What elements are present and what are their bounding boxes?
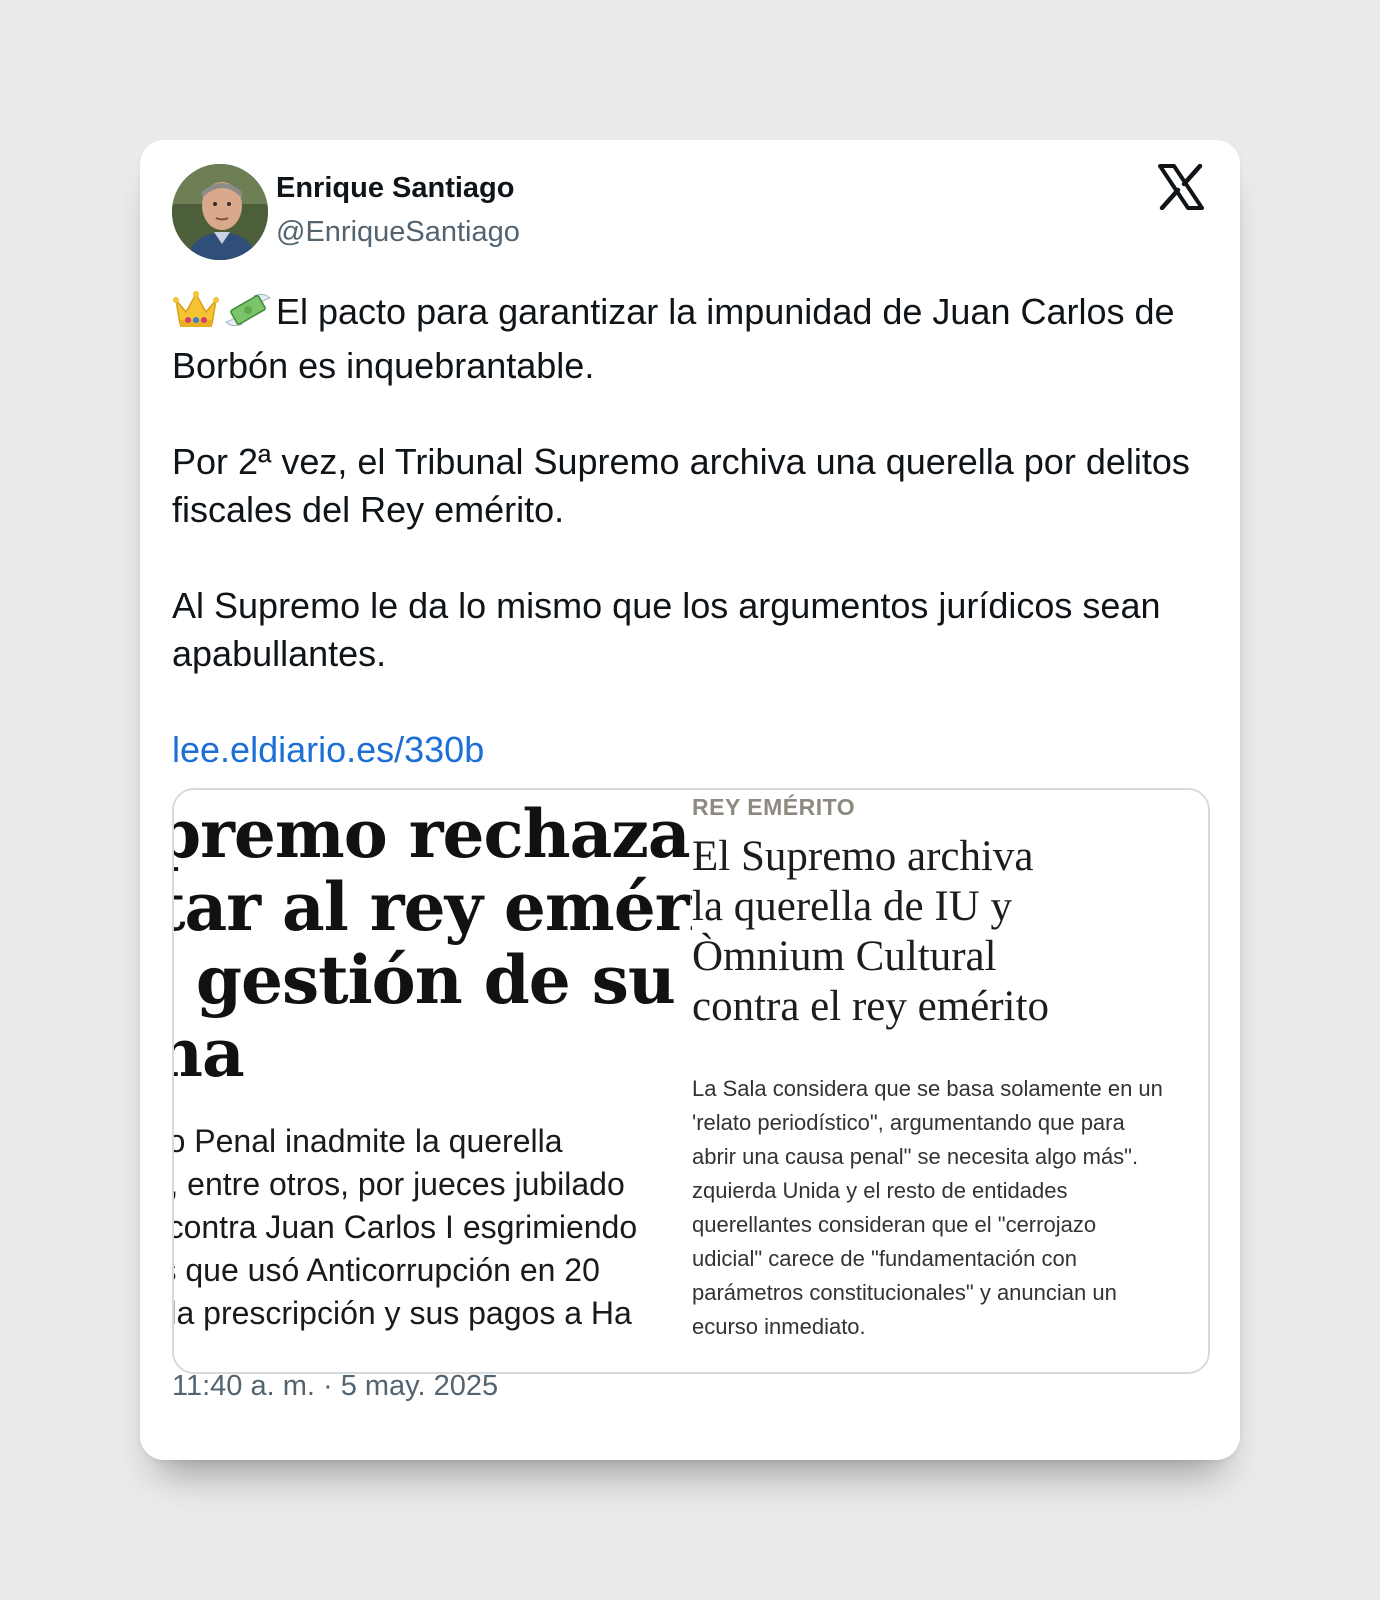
avatar[interactable] bbox=[172, 164, 268, 260]
right-body: La Sala considera que se basa solamente … bbox=[692, 1072, 1163, 1344]
timestamp[interactable]: 11:40 a. m. · 5 may. 2025 bbox=[172, 1370, 498, 1403]
right-headline-line: la querella de IU y bbox=[692, 883, 1012, 930]
left-body-line: es, contra Juan Carlos I esgrimiendo bbox=[174, 1209, 638, 1245]
tweet-line-1: El pacto para garantizar la impunidad de… bbox=[172, 291, 1175, 386]
author-name[interactable]: Enrique Santiago bbox=[276, 172, 514, 205]
money-with-wings-emoji bbox=[224, 290, 272, 342]
tweet-line-2: Por 2ª vez, el Tribunal Supremo archiva … bbox=[172, 441, 1190, 530]
profile-photo bbox=[172, 164, 268, 260]
left-body-line: rle: la prescripción y sus pagos a Ha bbox=[174, 1295, 632, 1331]
crown-emoji bbox=[172, 290, 220, 342]
right-body-line: abrir una causa penal" se necesita algo … bbox=[692, 1144, 1139, 1169]
x-logo-icon[interactable] bbox=[1158, 163, 1204, 211]
right-body-line: 'relato periodístico", argumentando que … bbox=[692, 1110, 1125, 1135]
right-body-line: querellantes consideran que el "cerrojaz… bbox=[692, 1212, 1097, 1237]
left-headline-line: la gestión de su bbox=[174, 941, 676, 1019]
tweet-link[interactable]: lee.eldiario.es/330b bbox=[172, 729, 484, 770]
tweet-card: Enrique Santiago @EnriqueSantiago El pac… bbox=[140, 140, 1240, 1460]
left-body-line: de lo Penal inadmite la querella bbox=[174, 1123, 563, 1159]
left-headline-line: upremo rechaza bbox=[174, 795, 691, 873]
left-headline: upremo rechaza utar al rey emérit la ges… bbox=[174, 798, 692, 1090]
right-headline: El Supremo archiva la querella de IU y Ò… bbox=[692, 832, 1049, 1032]
left-body-line: ada, entre otros, por jueces jubilado bbox=[174, 1166, 625, 1202]
tweet-line-3: Al Supremo le da lo mismo que los argume… bbox=[172, 585, 1161, 674]
left-body: de lo Penal inadmite la querella ada, en… bbox=[174, 1120, 637, 1335]
right-headline-line: El Supremo archiva bbox=[692, 833, 1034, 880]
left-headline-line: una bbox=[174, 1014, 245, 1092]
media-left-panel: upremo rechaza utar al rey emérit la ges… bbox=[174, 790, 692, 1372]
right-body-line: ecurso inmediato. bbox=[692, 1314, 866, 1339]
right-body-line: zquierda Unida y el resto de entidades bbox=[692, 1178, 1068, 1203]
author-handle[interactable]: @EnriqueSantiago bbox=[276, 216, 520, 249]
right-body-line: parámetros constitucionales" y anuncian … bbox=[692, 1280, 1117, 1305]
media-right-panel: REY EMÉRITO El Supremo archiva la querel… bbox=[692, 790, 1208, 1372]
right-headline-line: contra el rey emérito bbox=[692, 983, 1049, 1030]
tweet-paragraph-1: El pacto para garantizar la impunidad de… bbox=[172, 288, 1192, 390]
left-headline-line: utar al rey emérit bbox=[174, 868, 692, 946]
tweet-text: El pacto para garantizar la impunidad de… bbox=[172, 288, 1192, 774]
right-kicker: REY EMÉRITO bbox=[692, 794, 856, 820]
right-body-line: La Sala considera que se basa solamente … bbox=[692, 1076, 1163, 1101]
media-image[interactable]: upremo rechaza utar al rey emérit la ges… bbox=[172, 788, 1210, 1374]
right-body-line: udicial" carece de "fundamentación con bbox=[692, 1246, 1077, 1271]
right-headline-line: Òmnium Cultural bbox=[692, 933, 997, 980]
left-body-line: ntos que usó Anticorrupción en 20 bbox=[174, 1252, 600, 1288]
